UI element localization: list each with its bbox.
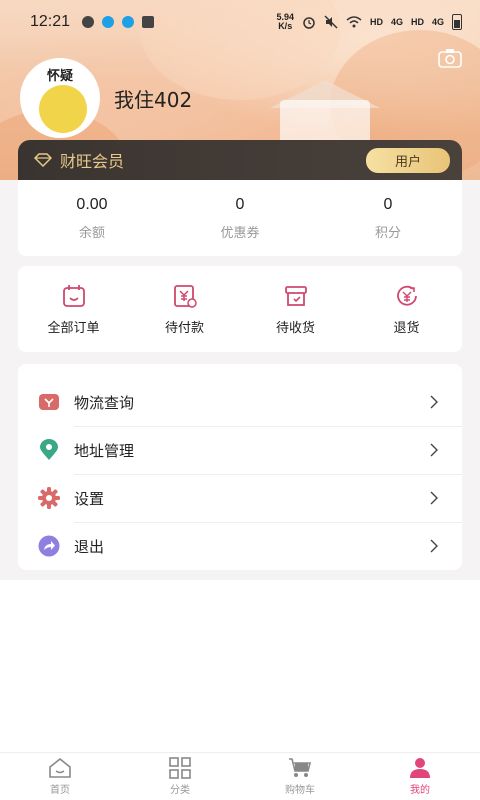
location-icon: [40, 439, 58, 460]
qq-icon: [122, 16, 135, 28]
username[interactable]: 我住402: [114, 84, 192, 113]
stat-points[interactable]: 0 积分: [314, 180, 462, 256]
order-pending-receipt-button[interactable]: 待收货: [240, 266, 351, 352]
notification-app-icon: [82, 16, 95, 28]
menu-item-logout[interactable]: 退出: [18, 522, 462, 570]
tab-label: 首页: [50, 785, 70, 796]
stat-label: 余额: [78, 225, 105, 241]
order-pending-payment-button[interactable]: 待付款: [129, 266, 240, 352]
stat-value: 0: [383, 195, 393, 213]
order-label: 待收货: [275, 320, 315, 336]
tab-home[interactable]: 首页: [0, 753, 120, 800]
menu-card: 物流查询 地址管理 设置 退出: [18, 364, 462, 570]
gear-icon: [38, 487, 60, 509]
menu-label: 地址管理: [74, 441, 135, 460]
status-bar: 12:21 5.94 K/s HD 4G HD 4G: [0, 0, 480, 44]
stat-coupons[interactable]: 0 优惠券: [166, 180, 314, 256]
orders-card: 全部订单 待付款 待收货 退货: [18, 266, 462, 352]
home-icon: [49, 757, 71, 778]
order-all-button[interactable]: 全部订单: [18, 266, 129, 352]
battery-icon: [452, 14, 462, 30]
image-icon: [142, 16, 155, 28]
chevron-right-icon: [430, 395, 438, 409]
chevron-right-icon: [430, 539, 438, 553]
stat-value: 0.00: [76, 195, 108, 213]
avatar[interactable]: 怀疑: [20, 58, 100, 138]
bottom-tab-bar: 首页 分类 购物车 我的: [0, 752, 480, 800]
menu-label: 物流查询: [74, 393, 135, 412]
cart-icon: [289, 758, 312, 777]
member-level-badge[interactable]: 用户: [366, 147, 450, 173]
avatar-face: [39, 85, 87, 133]
tab-label: 分类: [170, 785, 190, 796]
menu-label: 设置: [74, 489, 105, 508]
chevron-right-icon: [430, 491, 438, 505]
member-bar[interactable]: 财旺会员 用户: [18, 140, 462, 180]
order-label: 退货: [393, 320, 420, 336]
logout-icon: [38, 535, 60, 557]
menu-label: 退出: [74, 537, 105, 556]
camera-icon[interactable]: [438, 48, 462, 68]
yen-bill-icon: [173, 284, 197, 308]
stat-label: 积分: [374, 225, 401, 241]
order-label: 待付款: [164, 320, 204, 336]
menu-item-settings[interactable]: 设置: [18, 474, 462, 522]
yen-return-icon: [396, 285, 417, 306]
menu-item-address[interactable]: 地址管理: [18, 426, 462, 474]
calendar-order-icon: [62, 284, 85, 307]
avatar-caption: 怀疑: [46, 69, 73, 84]
menu-item-logistics[interactable]: 物流查询: [18, 378, 462, 426]
grid-icon: [169, 757, 191, 779]
wifi-icon: [346, 16, 362, 28]
stat-value: 0: [235, 195, 245, 213]
alarm-icon: [303, 17, 315, 29]
chevron-right-icon: [430, 443, 438, 457]
qq-icon: [102, 16, 115, 28]
tab-label: 我的: [410, 785, 430, 796]
diamond-icon: [34, 153, 52, 167]
box-check-icon: [284, 285, 307, 306]
order-label: 全部订单: [47, 320, 100, 336]
user-icon: [410, 758, 430, 778]
tab-category[interactable]: 分类: [120, 753, 240, 800]
stats-card: 0.00 余额 0 优惠券 0 积分: [18, 180, 462, 256]
signal-icon: 4G: [431, 17, 444, 27]
tab-mine[interactable]: 我的: [360, 753, 480, 800]
logistics-icon: [39, 394, 59, 410]
mute-icon: [324, 15, 338, 29]
stat-label: 优惠券: [220, 225, 260, 241]
stat-balance[interactable]: 0.00 余额: [18, 180, 166, 256]
member-label: 财旺会员: [60, 152, 125, 171]
tab-cart[interactable]: 购物车: [240, 753, 360, 800]
order-return-button[interactable]: 退货: [351, 266, 462, 352]
net-speed: 5.94 K/s: [276, 12, 294, 31]
signal-icon: 4G: [390, 17, 403, 27]
status-time: 12:21: [30, 13, 71, 30]
tab-label: 购物车: [285, 785, 315, 796]
